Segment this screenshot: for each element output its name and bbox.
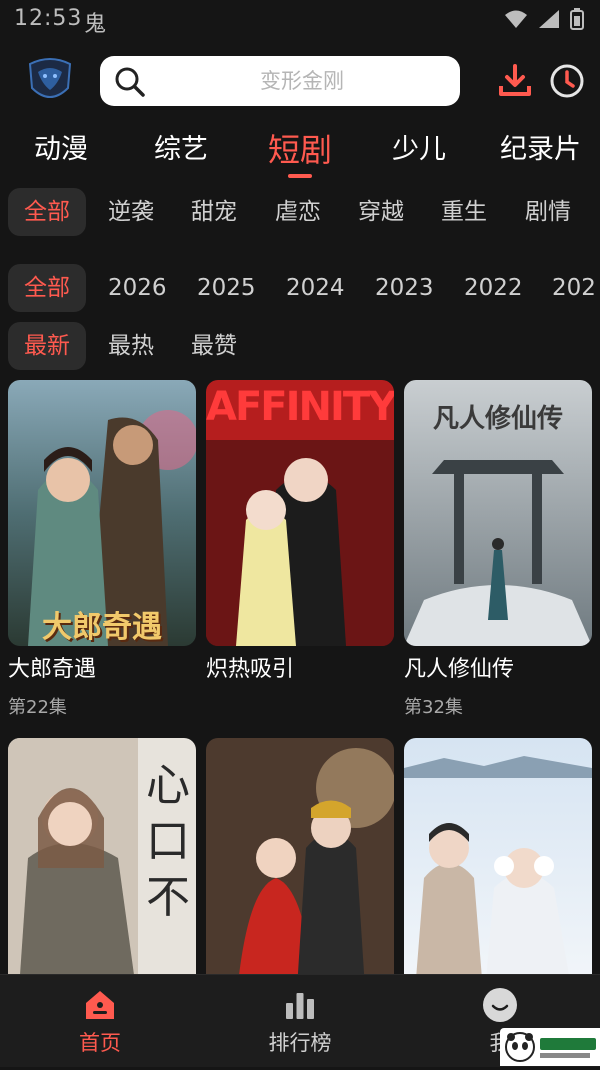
genre-chip[interactable]: 甜宠 — [191, 188, 237, 236]
poster-image[interactable]: 大郎奇遇 — [8, 380, 196, 646]
home-icon — [86, 991, 114, 1019]
status-ghost-icon: 鬼 — [84, 12, 107, 37]
tab-variety[interactable]: 综艺 — [154, 122, 208, 178]
nav-home[interactable]: 首页 — [40, 975, 160, 1067]
drama-card[interactable]: 大郎奇遇 大郎奇遇 第22集 — [8, 380, 196, 719]
download-button[interactable] — [496, 62, 534, 100]
drama-card[interactable]: 凡人修仙传 凡人修仙传 第32集 — [404, 380, 592, 719]
year-chip[interactable]: 2023 — [375, 264, 434, 312]
search-bar[interactable]: 变形金刚 — [100, 56, 460, 106]
year-chip[interactable]: 202 — [552, 264, 596, 312]
download-icon — [499, 64, 531, 96]
nav-home-label: 首页 — [79, 1031, 121, 1055]
year-chip[interactable]: 2025 — [197, 264, 256, 312]
year-chip[interactable]: 2026 — [108, 264, 167, 312]
sort-filter: 最新 最热 最赞 — [0, 322, 600, 370]
drama-card[interactable]: AFFINITY 炽热吸引 — [206, 380, 394, 693]
poster-image[interactable]: AFFINITY — [206, 380, 394, 646]
poster-image[interactable]: 心口不 — [8, 738, 196, 1004]
sort-chip[interactable]: 最新 — [8, 322, 86, 370]
wifi-icon — [505, 10, 527, 28]
poster-title-art: 凡人修仙传 — [432, 404, 563, 434]
category-tabs: 动漫 综艺 短剧 少儿 纪录片 — [0, 122, 600, 178]
drama-card[interactable]: 心口不 — [8, 738, 196, 1009]
genre-chip[interactable]: 剧情 — [525, 188, 571, 236]
poster-image[interactable] — [404, 738, 592, 1004]
header: 变形金刚 — [0, 48, 600, 114]
drama-card[interactable] — [206, 738, 394, 1009]
genre-chip[interactable]: 全部 — [8, 188, 86, 236]
watermark-logo — [500, 1028, 600, 1066]
card-title: 大郎奇遇 — [8, 657, 97, 682]
ranking-icon — [286, 993, 314, 1019]
poster-image[interactable]: 凡人修仙传 — [404, 380, 592, 646]
status-icons — [504, 8, 584, 30]
status-time: 12:53 — [14, 6, 83, 31]
search-input[interactable]: 变形金刚 — [160, 56, 444, 106]
tab-documentary[interactable]: 纪录片 — [500, 122, 581, 178]
genre-filter: 全部 逆袭 甜宠 虐恋 穿越 重生 剧情 — [0, 188, 600, 236]
clock-icon — [550, 64, 584, 98]
poster-title-art: 心口不 — [146, 760, 190, 923]
genre-chip[interactable]: 重生 — [441, 188, 487, 236]
signal-icon — [539, 10, 559, 28]
year-filter: 全部 2026 2025 2024 2023 2022 202 — [0, 264, 600, 312]
drama-card[interactable] — [404, 738, 592, 1009]
nav-ranking[interactable]: 排行榜 — [240, 975, 360, 1067]
genre-chip[interactable]: 逆袭 — [108, 188, 154, 236]
year-chip[interactable]: 2022 — [464, 264, 523, 312]
poster-title-art: AFFINITY — [206, 384, 394, 430]
tab-short-drama[interactable]: 短剧 — [268, 122, 332, 178]
search-icon — [115, 67, 145, 97]
card-title: 凡人修仙传 — [404, 657, 515, 682]
sort-chip[interactable]: 最热 — [108, 322, 154, 370]
status-bar: 12:53 鬼 — [0, 0, 600, 40]
genre-chip[interactable]: 穿越 — [358, 188, 404, 236]
app-logo-icon[interactable] — [24, 54, 76, 106]
genre-chip[interactable]: 虐恋 — [275, 188, 321, 236]
episode-label: 第22集 — [8, 697, 67, 718]
active-tab-indicator — [288, 174, 312, 178]
tab-kids[interactable]: 少儿 — [392, 122, 446, 178]
poster-image[interactable] — [206, 738, 394, 1004]
tab-anime[interactable]: 动漫 — [34, 122, 88, 178]
card-title: 炽热吸引 — [206, 657, 295, 682]
poster-title-art: 大郎奇遇 — [42, 610, 162, 645]
battery-icon — [570, 8, 584, 30]
history-button[interactable] — [548, 62, 586, 100]
sort-chip[interactable]: 最赞 — [191, 322, 237, 370]
year-chip[interactable]: 全部 — [8, 264, 86, 312]
nav-ranking-label: 排行榜 — [268, 1031, 332, 1055]
episode-label: 第32集 — [404, 697, 463, 718]
year-chip[interactable]: 2024 — [286, 264, 345, 312]
profile-icon — [483, 988, 517, 1022]
